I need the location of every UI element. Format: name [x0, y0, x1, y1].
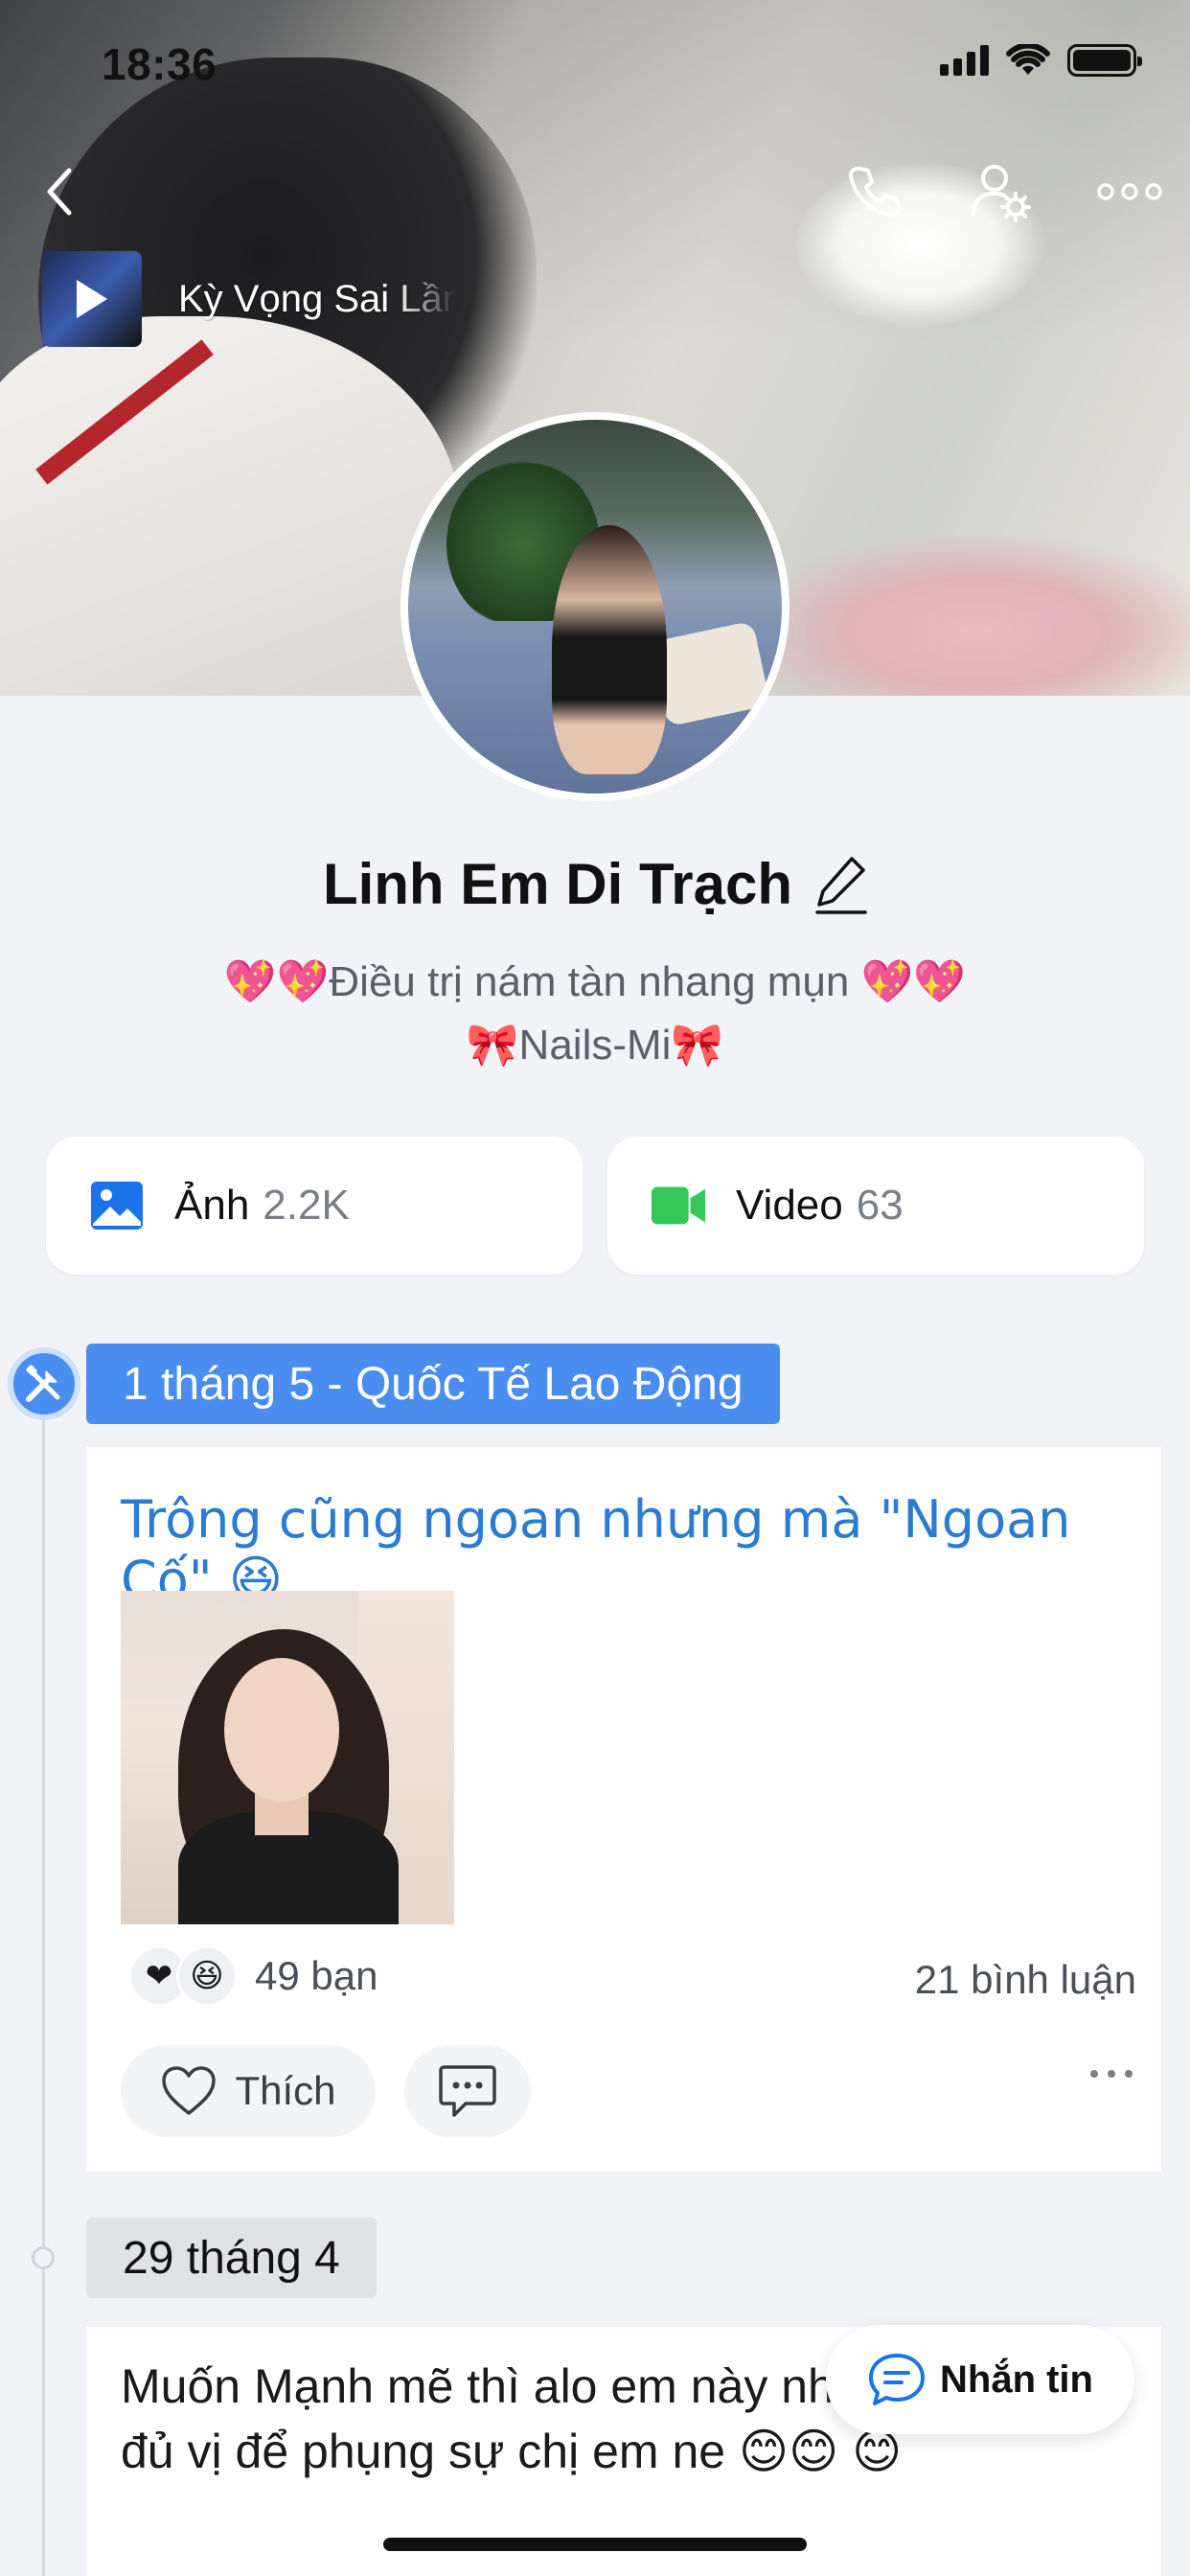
home-indicator[interactable] — [383, 2538, 807, 2551]
tools-icon — [8, 1347, 80, 1420]
avatar[interactable] — [400, 412, 790, 801]
profile-settings-button[interactable] — [962, 153, 1039, 230]
videos-count: 63 — [856, 1182, 904, 1229]
reaction-count: 49 bạn — [255, 1953, 378, 1998]
like-label: Thích — [235, 2068, 336, 2113]
signal-icon — [940, 45, 989, 76]
comment-icon — [439, 2065, 496, 2117]
profile-bio-line-1: 💖💖Điều trị nám tàn nhang mụn 💖💖 — [223, 958, 967, 1005]
timeline-line — [42, 1418, 45, 2576]
videos-card[interactable]: Video 63 — [607, 1137, 1144, 1275]
battery-icon — [1067, 44, 1142, 77]
chevron-left-icon — [47, 168, 72, 216]
back-button[interactable] — [21, 153, 98, 230]
laugh-reaction-icon: 😆 — [176, 1945, 238, 2007]
comment-button[interactable] — [404, 2045, 531, 2137]
post-card: Trông cũng ngoan nhưng mà "Ngoan Cố" 😆 ❤… — [86, 1447, 1161, 2172]
music-cover[interactable] — [42, 251, 142, 347]
profile-name-row: Linh Em Di Trạch — [0, 851, 1190, 917]
music-title: Kỳ Vọng Sai Lầm — [178, 277, 456, 320]
post-more-icon[interactable] — [1090, 2070, 1133, 2078]
photos-card[interactable]: Ảnh 2.2K — [46, 1137, 583, 1275]
status-time: 18:36 — [102, 39, 217, 89]
reaction-summary[interactable]: ❤ 😆 49 bạn — [128, 1945, 378, 2007]
call-button[interactable] — [835, 153, 912, 230]
video-camera-icon — [650, 1177, 707, 1234]
like-button[interactable]: Thích — [121, 2045, 376, 2137]
more-horizontal-icon — [1097, 183, 1162, 200]
timeline-date-tag: 29 tháng 4 — [86, 2218, 377, 2298]
chat-bubble-icon — [869, 2354, 925, 2405]
photos-label: Ảnh — [174, 1182, 250, 1229]
profile-name: Linh Em Di Trạch — [322, 852, 793, 916]
profile-bio-line-2: 🎀Nails-Mi🎀 — [466, 1022, 724, 1069]
image-icon — [88, 1177, 146, 1234]
wifi-icon — [1006, 44, 1050, 75]
message-button[interactable]: Nhắn tin — [826, 2325, 1134, 2434]
user-settings-icon — [972, 165, 1031, 222]
phone-icon — [848, 166, 901, 218]
timeline-dot — [32, 2246, 55, 2269]
message-button-label: Nhắn tin — [940, 2358, 1093, 2401]
play-icon — [77, 280, 107, 318]
more-options-button[interactable] — [1088, 153, 1171, 230]
videos-label: Video — [736, 1182, 843, 1229]
comment-count[interactable]: 21 bình luận — [915, 1957, 1136, 2003]
status-icons — [940, 44, 1142, 77]
edit-pencil-icon[interactable] — [815, 855, 867, 914]
profile-music[interactable]: Kỳ Vọng Sai Lầm — [42, 251, 456, 347]
photos-count: 2.2K — [263, 1182, 350, 1229]
post-photo[interactable] — [121, 1591, 454, 1924]
timeline-event-tag: 1 tháng 5 - Quốc Tế Lao Động — [86, 1344, 780, 1424]
heart-icon — [162, 2066, 217, 2115]
